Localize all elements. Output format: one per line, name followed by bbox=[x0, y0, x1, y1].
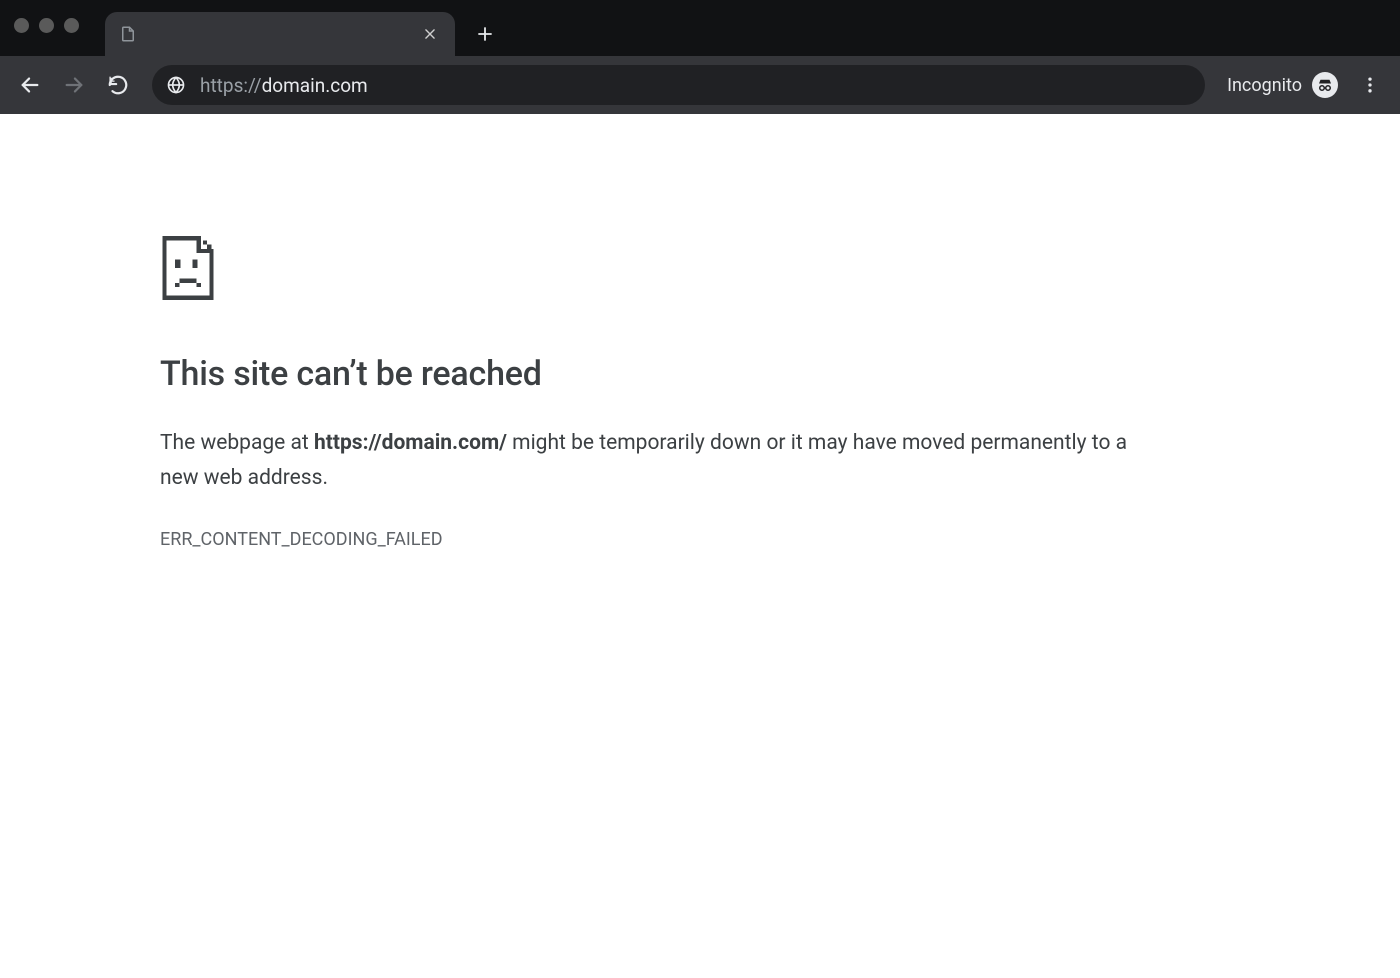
browser-tab[interactable] bbox=[105, 12, 455, 56]
address-bar[interactable]: https://domain.com bbox=[152, 65, 1205, 105]
url-host: domain.com bbox=[262, 74, 368, 97]
browser-menu-button[interactable] bbox=[1350, 65, 1390, 105]
new-tab-button[interactable] bbox=[467, 16, 503, 52]
window-zoom-dot[interactable] bbox=[64, 18, 79, 33]
sad-page-icon bbox=[160, 234, 216, 300]
error-page: This site can’t be reached The webpage a… bbox=[0, 114, 1160, 550]
url-scheme: https:// bbox=[200, 74, 262, 97]
error-title: This site can’t be reached bbox=[160, 354, 1160, 394]
close-tab-button[interactable] bbox=[419, 23, 441, 45]
incognito-label: Incognito bbox=[1227, 75, 1302, 96]
window-controls[interactable] bbox=[14, 18, 79, 33]
error-description: The webpage at https://domain.com/ might… bbox=[160, 426, 1160, 495]
tab-strip bbox=[0, 0, 1400, 56]
error-desc-before: The webpage at bbox=[160, 431, 314, 455]
window-minimize-dot[interactable] bbox=[39, 18, 54, 33]
error-desc-url: https://domain.com/ bbox=[314, 431, 507, 455]
window-close-dot[interactable] bbox=[14, 18, 29, 33]
incognito-indicator[interactable]: Incognito bbox=[1219, 72, 1346, 98]
forward-button[interactable] bbox=[54, 65, 94, 105]
reload-button[interactable] bbox=[98, 65, 138, 105]
page-icon bbox=[119, 25, 137, 43]
site-info-icon[interactable] bbox=[166, 75, 186, 95]
error-code: ERR_CONTENT_DECODING_FAILED bbox=[160, 529, 1160, 550]
browser-chrome: https://domain.com Incognito bbox=[0, 0, 1400, 114]
back-button[interactable] bbox=[10, 65, 50, 105]
browser-toolbar: https://domain.com Incognito bbox=[0, 56, 1400, 114]
incognito-icon bbox=[1312, 72, 1338, 98]
